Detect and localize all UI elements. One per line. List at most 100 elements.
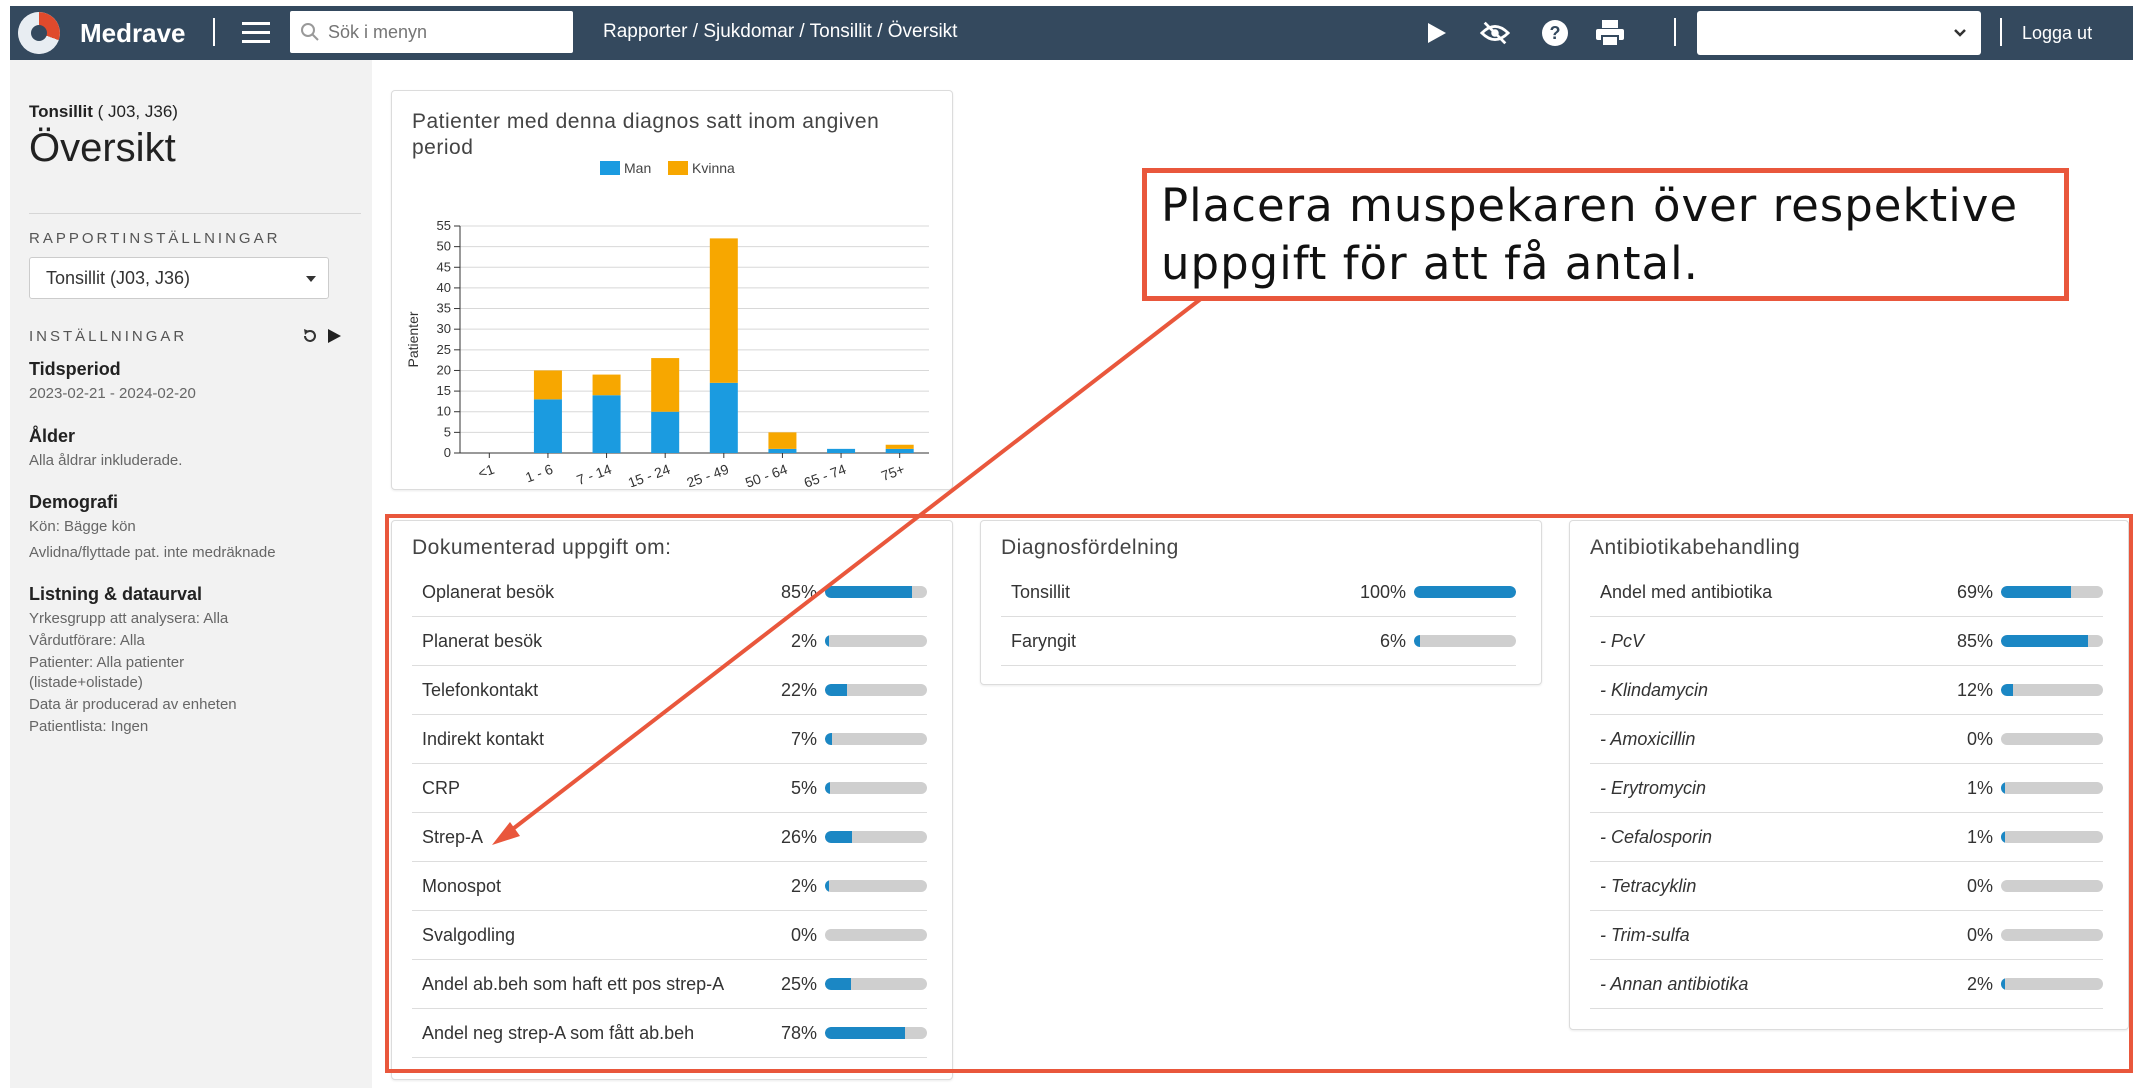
brand-name[interactable]: Medrave: [80, 18, 186, 49]
progress-bar[interactable]: [2001, 635, 2103, 647]
progress-bar[interactable]: [825, 586, 927, 598]
list-item[interactable]: - Erytromycin 1%: [1590, 764, 2103, 813]
list-item[interactable]: Indirekt kontakt 7%: [412, 715, 927, 764]
list-item[interactable]: Planerat besök 2%: [412, 617, 927, 666]
progress-bar[interactable]: [1414, 586, 1516, 598]
y-tick-label: 35: [437, 301, 451, 316]
item-label: Andel med antibiotika: [1600, 582, 1773, 602]
list-item[interactable]: Svalgodling 0%: [412, 911, 927, 960]
top-navbar: Medrave Rapporter / Sjukdomar / Tonsilli…: [10, 6, 2133, 60]
list-item[interactable]: Andel ab.beh som haft ett pos strep-A 25%: [412, 960, 927, 1009]
progress-bar[interactable]: [825, 684, 927, 696]
report-select-value: Tonsillit (J03, J36): [46, 268, 191, 288]
period-heading: Tidsperiod: [29, 359, 121, 379]
list-item[interactable]: - PcV 85%: [1590, 617, 2103, 666]
patients-chart-card: Patienter med denna diagnos satt inom an…: [391, 90, 953, 490]
list-item[interactable]: - Tetracyklin 0%: [1590, 862, 2103, 911]
progress-bar-fill: [825, 684, 848, 696]
item-percent: 12%: [1956, 680, 1993, 700]
unit-select[interactable]: [1697, 11, 1981, 55]
item-percent: 0%: [1966, 925, 1993, 945]
list-item[interactable]: Monospot 2%: [412, 862, 927, 911]
progress-bar[interactable]: [825, 880, 927, 892]
item-label: - PcV: [1600, 631, 1645, 651]
list-item[interactable]: Faryngit 6%: [1001, 617, 1516, 666]
item-percent: 1%: [1966, 827, 1993, 847]
medrave-logo-icon[interactable]: [18, 12, 60, 54]
item-percent: 7%: [790, 729, 817, 749]
progress-bar[interactable]: [825, 733, 927, 745]
item-label: Andel neg strep-A som fått ab.beh: [422, 1023, 695, 1043]
progress-bar[interactable]: [825, 978, 927, 990]
item-label: Tonsillit: [1011, 582, 1071, 602]
progress-bar[interactable]: [2001, 684, 2103, 696]
divider: [1674, 18, 1676, 46]
progress-bar-fill: [2001, 782, 2006, 794]
list-item[interactable]: - Klindamycin 12%: [1590, 666, 2103, 715]
documented-card: Dokumenterad uppgift om: Oplanerat besök…: [391, 520, 953, 1080]
list-item[interactable]: Oplanerat besök 85%: [412, 568, 927, 617]
progress-bar[interactable]: [1414, 635, 1516, 647]
progress-bar[interactable]: [825, 782, 927, 794]
listing-producer: Data är producerad av enheten: [29, 696, 237, 713]
progress-bar[interactable]: [825, 1027, 927, 1039]
list-item[interactable]: - Trim-sulfa 0%: [1590, 911, 2103, 960]
progress-bar-fill: [2001, 831, 2006, 843]
bar-man: [885, 448, 914, 453]
period-value: 2023-02-21 - 2024-02-20: [29, 385, 196, 402]
annotation-line1: Placera muspekaren över respektive: [1161, 179, 2019, 232]
item-label: Svalgodling: [422, 925, 516, 945]
progress-bar[interactable]: [2001, 978, 2103, 990]
search-input[interactable]: [328, 21, 548, 43]
list-item[interactable]: Telefonkontakt 22%: [412, 666, 927, 715]
reset-icon[interactable]: [302, 328, 318, 344]
progress-bar[interactable]: [825, 831, 927, 843]
progress-bar-fill: [1414, 586, 1516, 598]
report-settings-heading: RAPPORTINSTÄLLNINGAR: [29, 230, 281, 247]
report-select[interactable]: Tonsillit (J03, J36): [29, 257, 329, 299]
progress-bar[interactable]: [2001, 586, 2103, 598]
item-label: Oplanerat besök: [422, 582, 555, 602]
progress-bar[interactable]: [2001, 733, 2103, 745]
progress-bar-fill: [825, 831, 852, 843]
x-tick-label: 1 - 6: [523, 461, 555, 486]
breadcrumb[interactable]: Rapporter / Sjukdomar / Tonsillit / Över…: [603, 21, 957, 43]
run-icon[interactable]: [326, 328, 342, 344]
menu-search[interactable]: [290, 11, 573, 53]
list-item[interactable]: Andel med antibiotika 69%: [1590, 568, 2103, 617]
item-label: - Trim-sulfa: [1600, 925, 1690, 945]
x-tick-label: <1: [476, 461, 497, 482]
print-icon[interactable]: [1595, 18, 1625, 48]
list-item[interactable]: Tonsillit 100%: [1001, 568, 1516, 617]
progress-bar[interactable]: [2001, 831, 2103, 843]
item-label: - Annan antibiotika: [1600, 974, 1749, 994]
page-title: Översikt: [29, 126, 176, 170]
list-item[interactable]: - Cefalosporin 1%: [1590, 813, 2103, 862]
list-item[interactable]: - Amoxicillin 0%: [1590, 715, 2103, 764]
search-icon: [301, 23, 319, 41]
documented-title: Dokumenterad uppgift om:: [412, 536, 672, 559]
progress-bar[interactable]: [825, 635, 927, 647]
bar-kvinna: [651, 358, 680, 412]
progress-bar-fill: [825, 880, 830, 892]
list-item[interactable]: Strep-A 26%: [412, 813, 927, 862]
play-icon[interactable]: [1421, 18, 1451, 48]
progress-bar[interactable]: [2001, 880, 2103, 892]
menu-icon[interactable]: [242, 22, 270, 44]
progress-bar-fill: [2001, 684, 2014, 696]
list-item[interactable]: CRP 5%: [412, 764, 927, 813]
y-tick-label: 0: [444, 445, 451, 460]
x-tick-label: 50 - 64: [743, 461, 790, 487]
progress-bar[interactable]: [2001, 929, 2103, 941]
antibiotics-card: Antibiotikabehandling Andel med antibiot…: [1569, 520, 2129, 1030]
progress-bar[interactable]: [825, 929, 927, 941]
y-tick-label: 40: [437, 280, 451, 295]
eye-off-icon[interactable]: [1480, 18, 1510, 48]
logout-link[interactable]: Logga ut: [2022, 23, 2092, 44]
list-item[interactable]: Andel neg strep-A som fått ab.beh 78%: [412, 1009, 927, 1058]
age-value: Alla åldrar inkluderade.: [29, 452, 183, 469]
progress-bar[interactable]: [2001, 782, 2103, 794]
y-tick-label: 50: [437, 239, 451, 254]
list-item[interactable]: - Annan antibiotika 2%: [1590, 960, 2103, 1009]
help-icon[interactable]: ?: [1540, 18, 1570, 48]
